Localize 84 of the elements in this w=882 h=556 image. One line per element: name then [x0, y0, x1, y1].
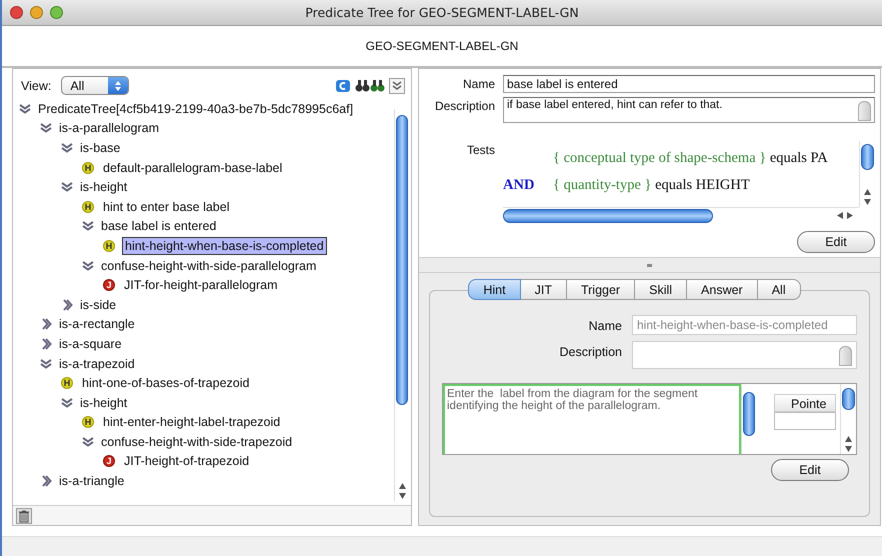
tree-item[interactable]: is-a-triangle: [57, 473, 126, 490]
chevron-right-icon[interactable]: [40, 338, 52, 350]
table-cell[interactable]: [774, 412, 836, 430]
chevron-down-icon[interactable]: [40, 122, 52, 134]
tree-item[interactable]: JIT-for-height-parallelogram: [122, 277, 280, 294]
scroll-arrows-icon[interactable]: [398, 481, 407, 501]
chevron-down-icon[interactable]: [82, 220, 94, 232]
tree-item[interactable]: confuse-height-with-side-trapezoid: [99, 434, 294, 450]
binoculars-icon[interactable]: [355, 78, 385, 94]
chevron-down-icon[interactable]: [61, 396, 73, 409]
chevron-right-icon[interactable]: [61, 298, 73, 311]
tab[interactable]: All: [758, 279, 801, 300]
tree-item[interactable]: is-side: [78, 296, 118, 313]
up-down-arrows-icon: [114, 80, 122, 92]
edit-button[interactable]: Edit: [771, 459, 849, 481]
chevron-down-icon[interactable]: [19, 102, 31, 115]
hint-badge: H: [82, 162, 94, 174]
tree-item[interactable]: confuse-height-with-side-parallelogram: [99, 258, 318, 274]
chevron-right-icon[interactable]: [40, 318, 52, 330]
window-title: Predicate Tree for GEO-SEGMENT-LABEL-GN: [305, 5, 579, 20]
scrollbar-thumb[interactable]: [503, 208, 713, 222]
jit-badge: J: [103, 279, 115, 292]
tree-item[interactable]: is-a-trapezoid: [57, 356, 137, 372]
chevron-down-icon[interactable]: [82, 260, 94, 272]
tree-item[interactable]: base label is entered: [99, 218, 218, 234]
tree-item[interactable]: hint to enter base label: [101, 198, 232, 215]
tree-item[interactable]: is-a-rectangle: [57, 316, 137, 332]
tree-item[interactable]: default-parallelogram-base-label: [101, 160, 284, 176]
column-header: Pointe: [774, 394, 836, 412]
connector-label: AND: [503, 177, 536, 194]
name-label: Name: [588, 318, 622, 333]
scrollbar-thumb[interactable]: [842, 388, 855, 410]
tab[interactable]: JIT: [520, 279, 567, 300]
chevron-down-icon[interactable]: [61, 181, 73, 194]
tree-item[interactable]: JIT-height-of-trapezoid: [122, 453, 252, 470]
tree-item[interactable]: is-a-square: [57, 336, 124, 352]
description-label: Description: [434, 98, 495, 113]
tree-item[interactable]: hint-one-of-bases-of-trapezoid: [80, 375, 252, 392]
name-field[interactable]: hint-height-when-base-is-completed: [632, 315, 857, 335]
minimize-button[interactable]: [30, 6, 43, 19]
chevron-down-icon[interactable]: [82, 436, 94, 448]
description-field[interactable]: if base label entered, hint can refer to that.: [503, 97, 875, 123]
tree-item[interactable]: is-a-parallelogram: [57, 120, 162, 136]
name-field[interactable]: base label is entered: [503, 75, 875, 93]
edit-button[interactable]: Edit: [797, 231, 875, 253]
name-label: Name: [462, 76, 495, 91]
tree-item[interactable]: PredicateTree[4cf5b419-2199-40a3-be7b-5dc78995c6af]: [36, 100, 356, 117]
tree-item[interactable]: hint-enter-height-label-trapezoid: [101, 414, 282, 430]
chevron-down-icon[interactable]: [40, 358, 52, 370]
scroll-arrows-icon[interactable]: [844, 434, 853, 454]
tree-item[interactable]: is-height: [78, 179, 130, 196]
close-button[interactable]: [10, 6, 23, 19]
hint-text-area[interactable]: Enter the label from the diagram for the segment identifying the height of the parallelogram.: [443, 384, 741, 454]
tab[interactable]: Answer: [687, 279, 758, 300]
hint-badge: H: [61, 377, 73, 390]
scroll-arrows-icon[interactable]: [863, 187, 872, 207]
tab[interactable]: Trigger: [566, 279, 636, 300]
chevron-down-icon[interactable]: [61, 142, 73, 154]
chevron-right-icon[interactable]: [40, 475, 52, 488]
hint-badge: H: [82, 200, 94, 213]
tab[interactable]: Skill: [635, 279, 688, 300]
scroll-arrows-icon[interactable]: [835, 211, 855, 220]
test-condition[interactable]: { quantity-type } equals HEIGHT: [553, 177, 750, 194]
zoom-button[interactable]: [50, 6, 63, 19]
tree-item[interactable]: is-height: [78, 394, 130, 411]
view-select[interactable]: All: [61, 76, 130, 95]
scrollbar-thumb[interactable]: [743, 392, 755, 436]
tree-item[interactable]: is-base: [78, 140, 122, 156]
refresh-icon[interactable]: [335, 78, 351, 94]
description-label: Description: [558, 344, 622, 359]
description-field[interactable]: [632, 341, 857, 369]
test-condition[interactable]: { conceptual type of shape-schema } equals PA: [553, 150, 828, 167]
tests-label: Tests: [466, 142, 495, 157]
jit-badge: J: [103, 455, 115, 468]
hint-badge: H: [82, 416, 94, 428]
scrollbar-thumb[interactable]: [396, 115, 408, 405]
hint-badge: H: [103, 240, 115, 252]
view-label: View:: [21, 78, 52, 92]
tree-item[interactable]: hint-height-when-base-is-completed: [122, 236, 327, 255]
scrollbar-thumb[interactable]: [861, 144, 874, 170]
header-title: GEO-SEGMENT-LABEL-GN: [366, 39, 518, 53]
tab[interactable]: Hint: [468, 279, 521, 300]
trash-icon[interactable]: [16, 508, 32, 524]
collapse-icon[interactable]: [389, 78, 405, 94]
